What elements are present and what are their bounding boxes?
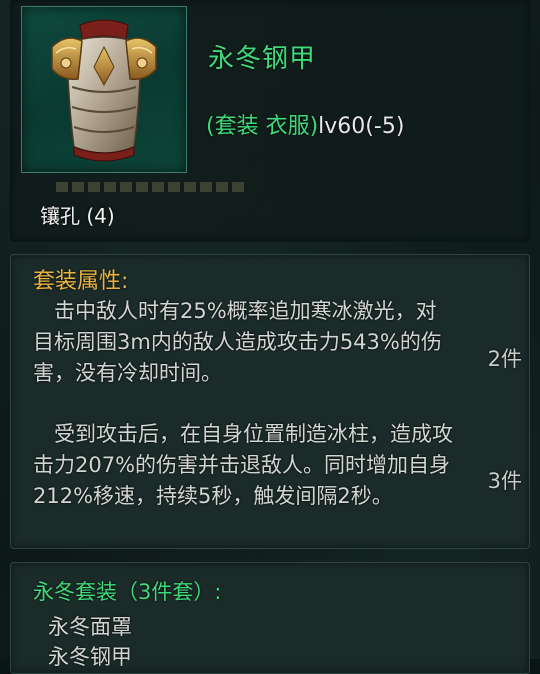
- item-name: 永冬钢甲: [208, 44, 317, 74]
- set-bonus-title: 套装属性:: [33, 269, 129, 294]
- item-type-category: (套装 衣服): [206, 114, 319, 139]
- set-list-item: 永冬面罩: [48, 615, 132, 639]
- armor-chestplate-icon: [51, 19, 157, 162]
- set-list-title: 永冬套装（3件套）:: [33, 580, 222, 604]
- set-effect-text: 受到攻击后，在自身位置制造冰柱，造成攻击力207%的伤害并击退敌人。同时增加自身…: [33, 422, 453, 508]
- item-icon-slot[interactable]: [21, 6, 187, 173]
- set-effect-piece-count: 3件: [487, 469, 522, 493]
- item-level: lv60(-5): [318, 114, 405, 139]
- socket-count: 镶孔 (4): [40, 204, 115, 228]
- set-list-item: 永冬钢甲: [48, 645, 132, 669]
- set-effect-piece-count: 2件: [487, 347, 522, 371]
- item-type: (套装 衣服)lv60(-5): [206, 108, 404, 140]
- scrolled-text-fragment: [56, 182, 246, 192]
- set-effect-text: 击中敌人时有25%概率追加寒冰激光，对目标周围3m内的敌人造成攻击力543%的伤…: [33, 299, 442, 385]
